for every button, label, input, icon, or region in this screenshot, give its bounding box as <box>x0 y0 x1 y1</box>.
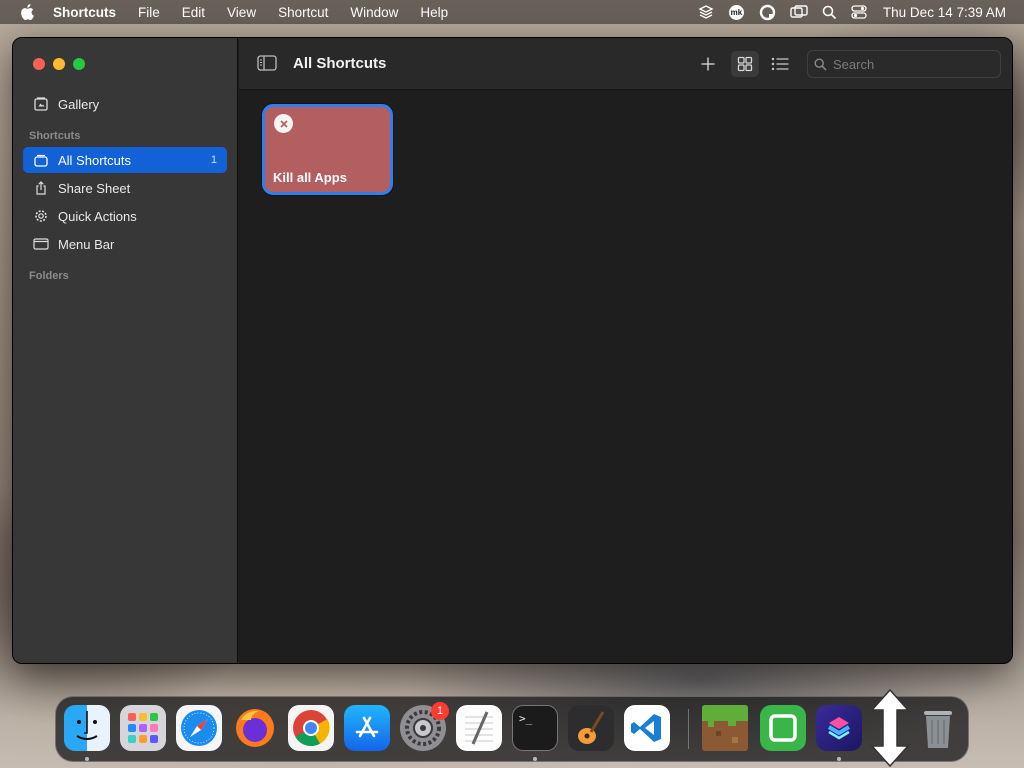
close-window-button[interactable] <box>33 58 45 70</box>
menubar-icon <box>33 236 49 252</box>
sidebar-item-gallery[interactable]: Gallery <box>23 91 227 117</box>
delete-shortcut-button[interactable] <box>274 114 293 133</box>
menu-help[interactable]: Help <box>420 5 448 20</box>
menu-app-name[interactable]: Shortcuts <box>53 5 116 20</box>
toolbar: All Shortcuts <box>239 38 1012 90</box>
search-icon[interactable] <box>822 5 837 20</box>
vscode-icon[interactable] <box>624 705 670 751</box>
launchpad-icon[interactable] <box>120 705 166 751</box>
safari-icon[interactable] <box>176 705 222 751</box>
firefox-icon[interactable] <box>232 705 278 751</box>
sidebar: Gallery Shortcuts All Shortcuts 1 Share … <box>13 38 238 663</box>
share-icon <box>33 180 49 196</box>
page-title: All Shortcuts <box>293 55 387 72</box>
textedit-icon[interactable] <box>456 705 502 751</box>
system-settings-badge: 1 <box>431 702 449 720</box>
terminal-running-dot <box>533 757 537 761</box>
sidebar-toggle-icon[interactable] <box>257 55 277 76</box>
garageband-icon[interactable] <box>568 705 614 751</box>
finder-icon[interactable] <box>64 705 110 751</box>
qr-icon[interactable] <box>759 4 776 21</box>
menu-view[interactable]: View <box>227 5 256 20</box>
sidebar-item-label: Share Sheet <box>58 180 131 196</box>
mk-icon[interactable]: mk <box>728 4 745 21</box>
add-shortcut-button[interactable] <box>694 51 722 77</box>
camtasia-icon[interactable] <box>760 705 806 751</box>
apple-icon[interactable] <box>20 4 36 20</box>
stack-icon <box>33 152 49 168</box>
sidebar-item-label: All Shortcuts <box>58 152 131 168</box>
sidebar-item-menu-bar[interactable]: Menu Bar <box>23 231 227 257</box>
shortcuts-app-icon[interactable] <box>816 705 862 751</box>
shortcuts-grid: Kill all Apps <box>239 91 1012 663</box>
terminal-prompt: >_ <box>519 712 533 725</box>
layers-icon[interactable] <box>698 4 714 20</box>
trash-icon[interactable] <box>916 705 960 751</box>
minimize-window-button[interactable] <box>53 58 65 70</box>
resize-cursor-icon <box>870 688 910 768</box>
menu-file[interactable]: File <box>138 5 160 20</box>
shortcuts-window: Gallery Shortcuts All Shortcuts 1 Share … <box>12 37 1013 664</box>
chrome-icon[interactable] <box>288 705 334 751</box>
menu-window[interactable]: Window <box>350 5 398 20</box>
gallery-icon <box>33 96 49 112</box>
search-field[interactable] <box>807 50 1001 78</box>
control-center-icon[interactable] <box>851 4 867 20</box>
sidebar-item-label: Menu Bar <box>58 236 115 252</box>
list-view-button[interactable] <box>766 51 794 77</box>
shortcuts-section-header: Shortcuts <box>29 130 81 142</box>
minecraft-icon[interactable] <box>702 705 748 751</box>
app-store-icon[interactable] <box>344 705 390 751</box>
sidebar-item-quick-actions[interactable]: Quick Actions <box>23 203 227 229</box>
shortcut-count: 1 <box>210 154 217 166</box>
dock-separator <box>688 709 689 749</box>
sidebar-item-label: Quick Actions <box>58 208 137 224</box>
dock: 1 >_ <box>55 696 969 762</box>
folders-section-header: Folders <box>29 270 69 282</box>
mk-label: mk <box>730 7 743 17</box>
list-icon <box>771 57 789 71</box>
shortcut-card-kill-all-apps[interactable]: Kill all Apps <box>262 104 393 195</box>
screen-mirror-icon[interactable] <box>790 4 808 20</box>
menu-shortcut[interactable]: Shortcut <box>278 5 328 20</box>
gear-icon <box>33 208 49 224</box>
plus-icon <box>701 57 715 71</box>
search-input[interactable] <box>833 56 993 72</box>
menu-bar: Shortcuts File Edit View Shortcut Window… <box>0 0 1024 24</box>
sidebar-item-label: Gallery <box>58 96 100 112</box>
grid-view-button[interactable] <box>731 51 759 77</box>
shortcuts-running-dot <box>837 757 841 761</box>
zoom-window-button[interactable] <box>73 58 85 70</box>
search-field-icon <box>814 57 827 71</box>
window-controls <box>33 58 93 70</box>
terminal-icon[interactable]: >_ <box>512 705 558 751</box>
grid-icon <box>737 56 753 72</box>
menu-edit[interactable]: Edit <box>182 5 205 20</box>
sidebar-item-share-sheet[interactable]: Share Sheet <box>23 175 227 201</box>
finder-running-dot <box>85 757 89 761</box>
sidebar-item-all-shortcuts[interactable]: All Shortcuts 1 <box>23 147 227 173</box>
shortcut-card-label: Kill all Apps <box>273 170 347 185</box>
menubar-clock[interactable]: Thu Dec 14 7:39 AM <box>883 5 1006 20</box>
close-icon <box>279 119 288 128</box>
